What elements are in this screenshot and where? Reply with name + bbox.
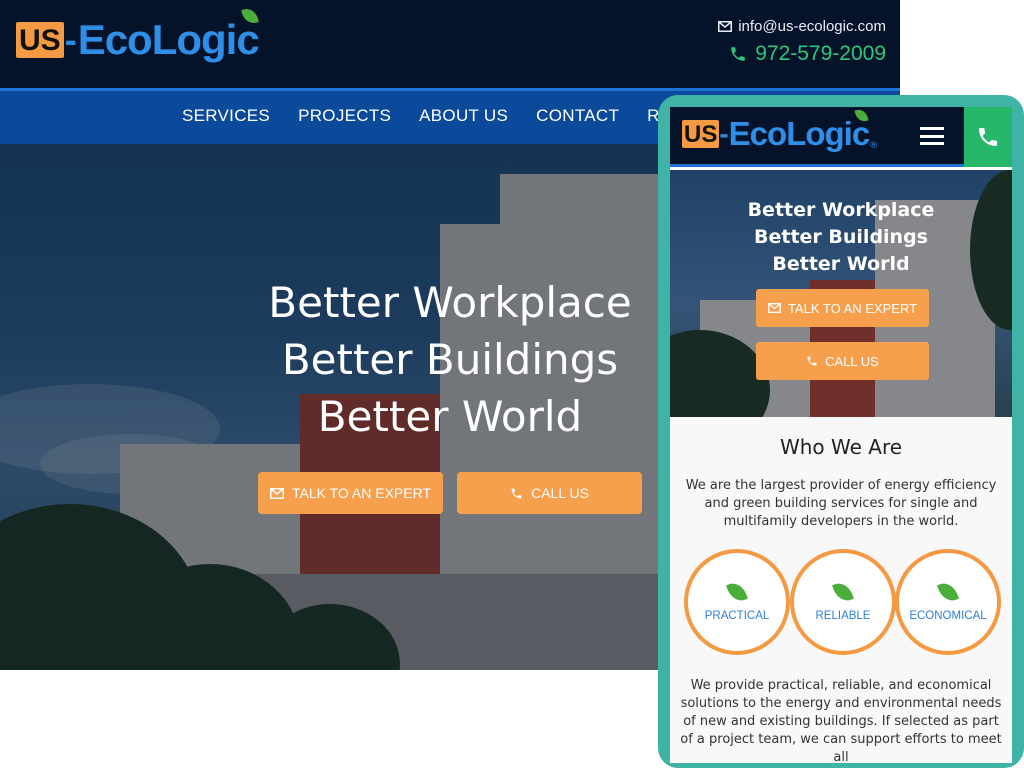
header-phone[interactable]: 972-579-2009 xyxy=(729,42,886,66)
header-email[interactable]: info@us-ecologic.com xyxy=(718,18,886,35)
logo-us-mark: US xyxy=(16,22,64,58)
phone-icon xyxy=(511,488,522,498)
logo-dash: - xyxy=(719,118,729,149)
envelope-icon xyxy=(269,487,284,499)
hero-line-1: Better Workplace xyxy=(747,199,935,221)
value-reliable: RELIABLE xyxy=(790,549,896,655)
value-label: ECONOMICAL xyxy=(909,610,987,622)
value-economical: ECONOMICAL xyxy=(895,549,1001,655)
call-us-label: CALL US xyxy=(531,485,589,501)
hero-line-3: Better World xyxy=(317,392,583,441)
logo-name: EcoLogic xyxy=(728,115,871,152)
nav-item-contact[interactable]: CONTACT xyxy=(536,106,619,126)
mobile-site-logo[interactable]: US - EcoLogic ® xyxy=(682,107,879,153)
mobile-screen: US - EcoLogic ® Better Workplace Better … xyxy=(670,107,1012,763)
email-text: info@us-ecologic.com xyxy=(738,18,886,35)
call-us-button[interactable]: CALL US xyxy=(457,472,642,514)
envelope-icon xyxy=(718,21,733,32)
leaf-icon xyxy=(937,579,959,605)
call-us-label: CALL US xyxy=(825,353,879,369)
hero-line-2: Better Buildings xyxy=(754,226,928,248)
logo-wordmark: EcoLogic xyxy=(728,107,871,153)
value-label: RELIABLE xyxy=(815,610,871,622)
who-we-are-title: Who We Are xyxy=(779,435,903,459)
desktop-header: US - EcoLogic info@us-ecologic.com 972-5… xyxy=(0,0,900,88)
leaf-icon xyxy=(832,579,854,605)
hero-line-2: Better Buildings xyxy=(281,335,619,384)
value-label: PRACTICAL xyxy=(704,610,770,622)
nav-item-services[interactable]: SERVICES xyxy=(182,106,270,126)
who-we-are-body: We provide practical, reliable, and econ… xyxy=(680,678,1002,763)
hero-line-3: Better World xyxy=(772,253,910,275)
talk-to-expert-button[interactable]: TALK TO AN EXPERT xyxy=(258,472,443,514)
nav-item-projects[interactable]: PROJECTS xyxy=(298,106,391,126)
mobile-call-us-button[interactable]: CALL US xyxy=(756,342,929,380)
logo-wordmark: EcoLogic xyxy=(77,6,260,64)
phone-icon xyxy=(807,356,817,366)
mobile-call-button[interactable] xyxy=(964,107,1012,167)
who-we-are-section: Who We Are We are the largest provider o… xyxy=(670,417,1012,763)
registered-mark: ® xyxy=(869,141,879,151)
mobile-hero-headline: Better Workplace Better Buildings Better… xyxy=(730,197,952,278)
phone-icon xyxy=(731,47,745,61)
hero-line-1: Better Workplace xyxy=(268,278,632,327)
logo-dash: - xyxy=(64,19,77,60)
talk-to-expert-label: TALK TO AN EXPERT xyxy=(291,485,431,501)
phone-icon xyxy=(979,128,997,146)
envelope-icon xyxy=(768,303,781,313)
phone-text: 972-579-2009 xyxy=(755,42,886,65)
logo-name: EcoLogic xyxy=(77,16,260,63)
site-logo[interactable]: US - EcoLogic xyxy=(16,6,260,64)
value-practical: PRACTICAL xyxy=(684,549,790,655)
leaf-icon xyxy=(726,579,748,605)
hamburger-icon[interactable] xyxy=(920,127,944,145)
hero-headline: Better Workplace Better Buildings Better… xyxy=(200,274,700,445)
logo-us-mark: US xyxy=(682,120,720,148)
mobile-device-frame: US - EcoLogic ® Better Workplace Better … xyxy=(658,95,1024,768)
mobile-hero-section: Better Workplace Better Buildings Better… xyxy=(670,170,1012,417)
talk-to-expert-label: TALK TO AN EXPERT xyxy=(787,300,918,316)
nav-item-about-us[interactable]: ABOUT US xyxy=(419,106,508,126)
mobile-talk-to-expert-button[interactable]: TALK TO AN EXPERT xyxy=(756,289,929,327)
who-we-are-intro: We are the largest provider of energy ef… xyxy=(685,478,997,529)
mobile-header: US - EcoLogic ® xyxy=(670,107,1012,167)
